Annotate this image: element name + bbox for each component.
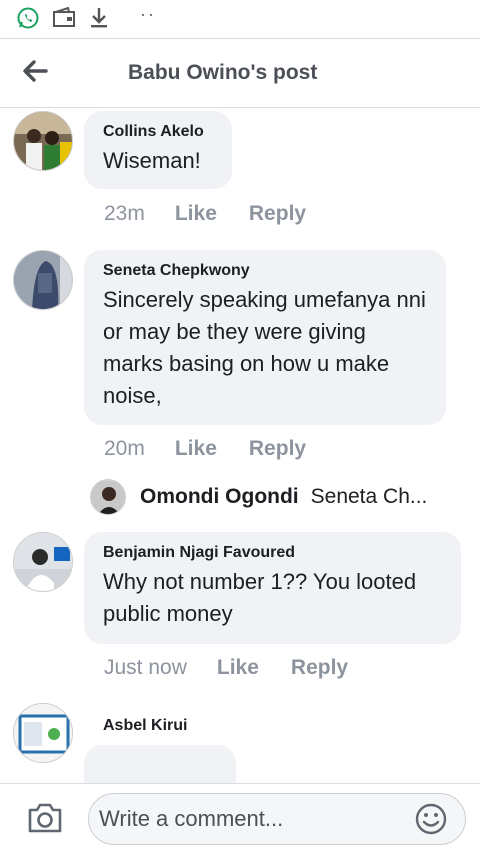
comment-actions: 20m Like Reply [104,437,306,461]
reply-button[interactable]: Reply [249,437,306,461]
reply-author[interactable]: Omondi Ogondi [140,485,299,509]
camera-icon [28,803,62,833]
comment-bubble[interactable]: Collins Akelo Wiseman! [84,111,232,189]
comment-author[interactable]: Asbel Kirui [103,717,187,735]
like-button[interactable]: Like [175,437,217,461]
comment-time: 20m [104,437,145,460]
comment-input[interactable] [88,793,466,845]
comment-author[interactable]: Benjamin Njagi Favoured [103,544,443,562]
reply-avatar [90,479,126,515]
whatsapp-icon [16,6,40,35]
reply-text: Seneta Ch... [310,485,428,508]
comment-author[interactable]: Seneta Chepkwony [103,262,428,280]
avatar[interactable] [13,250,73,310]
wallet-icon [52,6,76,35]
post-header: Babu Owino's post [0,38,480,108]
comment-actions: Just now Like Reply [104,656,348,680]
comment-bubble[interactable]: Seneta Chepkwony Sincerely speaking umef… [84,250,446,425]
avatar[interactable] [13,703,73,763]
reply-button[interactable]: Reply [291,656,348,680]
avatar[interactable] [13,532,73,592]
comment-time: Just now [104,656,187,679]
comment-actions: 23m Like Reply [104,202,306,226]
comment-bubble[interactable]: Benjamin Njagi Favoured Why not number 1… [84,532,461,644]
avatar[interactable] [13,111,73,171]
arrow-left-icon [23,60,48,82]
like-button[interactable]: Like [175,202,217,226]
smiley-icon [415,803,447,835]
download-icon [88,6,110,35]
comment-time: 23m [104,202,145,225]
reply-button[interactable]: Reply [249,202,306,226]
comment-text: Sincerely speaking umefanya nni or may b… [103,287,426,408]
camera-button[interactable] [26,801,64,835]
like-button[interactable]: Like [217,656,259,680]
emoji-button[interactable] [414,802,448,836]
comment-author[interactable]: Collins Akelo [103,123,214,141]
comment-bubble[interactable] [84,745,236,783]
status-bar: ·· [0,0,480,38]
status-overflow-dots: ·· [140,4,156,24]
back-button[interactable] [20,57,52,85]
comment-composer [0,783,480,854]
comment-text: Wiseman! [103,148,201,173]
reply-preview[interactable]: Omondi Ogondi Seneta Ch... [90,479,427,515]
comment-text: Why not number 1?? You looted public mon… [103,569,417,626]
page-title: Babu Owino's post [128,61,318,84]
comments-feed[interactable]: Collins Akelo Wiseman! 23m Like Reply Se… [0,109,480,783]
